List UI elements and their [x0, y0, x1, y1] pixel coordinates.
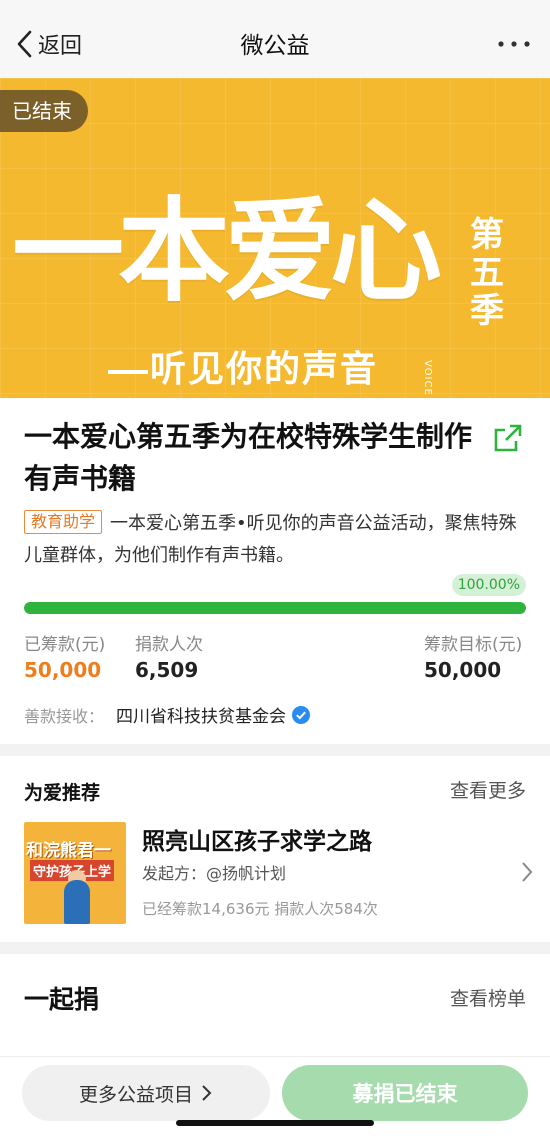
project-title: 一本爱心第五季为在校特殊学生制作有声书籍 [24, 420, 473, 495]
donors-label: 捐款人次 [135, 635, 203, 655]
progress-percent-badge: 100.00% [451, 574, 526, 596]
banner-season: 第五季 [470, 215, 504, 331]
more-options-icon[interactable] [496, 30, 532, 58]
more-projects-button[interactable]: 更多公益项目 [22, 1065, 270, 1121]
project-banner: 已结束 一本爱心 第五季 听见你的声音 VOICE [0, 78, 550, 398]
chevron-right-icon [202, 1085, 212, 1101]
banner-slogan: 听见你的声音 [150, 349, 379, 390]
receiver-org[interactable]: 四川省科技扶贫基金会 [116, 702, 286, 727]
raised-label: 已筹款(元) [24, 635, 106, 655]
recommend-title: 照亮山区孩子求学之路 [142, 829, 372, 855]
status-badge: 已结束 [0, 90, 88, 132]
donation-ended-button: 募捐已结束 [282, 1065, 528, 1121]
page-title: 微公益 [240, 33, 310, 59]
recommend-section: 为爱推荐 查看更多 和浣熊君一 守护孩子上学 照亮山区孩子求学之路 发起方：@扬… [0, 756, 550, 942]
receiver-label: 善款接收： [24, 706, 105, 726]
recommend-more-link[interactable]: 查看更多 [450, 776, 526, 803]
recommend-initiator: 发起方：@扬帆计划 [142, 864, 287, 883]
section-divider [0, 744, 550, 756]
recommend-heading: 为爱推荐 [24, 782, 101, 804]
recommend-card[interactable]: 和浣熊君一 守护孩子上学 照亮山区孩子求学之路 发起方：@扬帆计划 已经筹款14… [24, 820, 534, 926]
banner-voice-label: VOICE [422, 360, 433, 396]
progress-bar [24, 602, 526, 614]
raised-value: 50,000 [24, 658, 102, 682]
section-divider [0, 942, 550, 954]
verified-icon [292, 705, 311, 724]
chevron-right-icon [522, 862, 533, 882]
donors-value: 6,509 [135, 658, 199, 682]
more-projects-label: 更多公益项目 [78, 1083, 193, 1106]
project-description-block: 教育助学 一本爱心第五季•听见你的声音公益活动，聚焦特殊儿童群体，为他们制作有声书… [24, 508, 529, 572]
goal-label: 筹款目标(元) [424, 635, 523, 655]
leaderboard-link[interactable]: 查看榜单 [450, 984, 526, 1011]
goal-value: 50,000 [424, 658, 502, 682]
child-figure [64, 880, 90, 924]
project-info: 一本爱心第五季为在校特殊学生制作有声书籍 教育助学 一本爱心第五季•听见你的声音公… [0, 398, 550, 744]
top-nav-bar: 返回 微公益 [0, 0, 550, 78]
recommend-thumbnail: 和浣熊君一 守护孩子上学 [24, 822, 126, 924]
receiver-row: 善款接收： 四川省科技扶贫基金会 [24, 702, 311, 727]
thumbnail-caption-1: 和浣熊君一 [26, 841, 111, 861]
category-tag: 教育助学 [24, 510, 103, 534]
progress-bar-fill [24, 602, 526, 614]
home-indicator [176, 1120, 374, 1126]
share-external-icon[interactable] [492, 422, 524, 454]
banner-pulse-line [108, 370, 148, 374]
recommend-stats: 已经筹款14,636元 捐款人次584次 [142, 900, 378, 918]
together-heading: 一起捐 [24, 985, 100, 1014]
banner-headline: 一本爱心 [12, 187, 442, 317]
